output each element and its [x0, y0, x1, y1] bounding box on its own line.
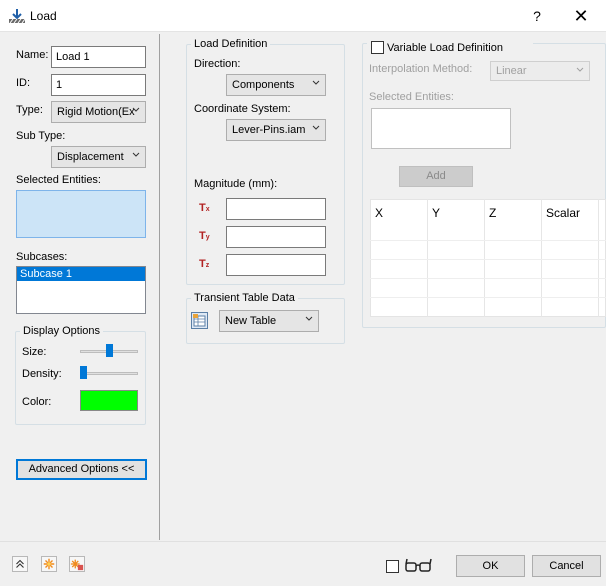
- chevron-down-icon: [132, 152, 140, 157]
- grid-column-divider: [598, 199, 599, 317]
- tx-sub: x: [205, 206, 210, 213]
- selected-entities-box[interactable]: [16, 190, 146, 238]
- star-remove-icon[interactable]: [69, 556, 85, 572]
- size-label: Size:: [22, 346, 47, 358]
- glasses-checkbox[interactable]: [386, 560, 399, 573]
- load-icon: [9, 9, 26, 24]
- tx-label: Tx: [199, 202, 210, 214]
- cancel-button[interactable]: Cancel: [532, 555, 601, 577]
- size-slider-thumb[interactable]: [105, 344, 113, 357]
- variable-load-title: Variable Load Definition: [387, 42, 503, 54]
- coordinate-system-value: Lever-Pins.iam: [232, 124, 306, 136]
- window-title: Load: [30, 9, 57, 23]
- grid-column-divider: [541, 199, 542, 317]
- grid-column-divider: [427, 199, 428, 317]
- column-header-z[interactable]: Z: [489, 206, 496, 220]
- type-select-value: Rigid Motion(Ex: [57, 106, 135, 118]
- column-header-y[interactable]: Y: [432, 206, 440, 220]
- interpolation-method-select[interactable]: Linear: [490, 61, 590, 81]
- grid-row-divider: [370, 278, 606, 279]
- ty-label: Ty: [199, 230, 210, 242]
- coordinate-system-label: Coordinate System:: [194, 103, 291, 115]
- tz-main: T: [199, 258, 206, 270]
- variable-selected-entities-label: Selected Entities:: [369, 91, 454, 103]
- density-slider[interactable]: [80, 372, 138, 375]
- id-label: ID:: [16, 77, 31, 89]
- color-label: Color:: [22, 396, 52, 408]
- name-field[interactable]: Load 1: [51, 46, 146, 68]
- tz-sub: z: [205, 262, 210, 269]
- id-field[interactable]: 1: [51, 74, 146, 96]
- list-item[interactable]: Subcase 1: [17, 267, 145, 281]
- variable-load-checkbox[interactable]: [371, 41, 384, 54]
- direction-select[interactable]: Components: [226, 74, 326, 96]
- load-definition-title: Load Definition: [191, 38, 271, 50]
- glasses-icon[interactable]: [404, 557, 434, 573]
- coordinate-system-select[interactable]: Lever-Pins.iam: [226, 119, 326, 141]
- close-button[interactable]: ✕: [560, 2, 602, 30]
- ty-sub: y: [205, 234, 210, 241]
- subcases-label: Subcases:: [16, 251, 68, 263]
- magnitude-label: Magnitude (mm):: [194, 178, 278, 190]
- tx-main: T: [199, 202, 206, 214]
- transient-table-select[interactable]: New Table: [219, 310, 319, 332]
- direction-label: Direction:: [194, 58, 241, 70]
- star-icon[interactable]: [41, 556, 57, 572]
- double-chevron-up-icon[interactable]: [12, 556, 28, 572]
- interpolation-method-label: Interpolation Method:: [369, 63, 473, 75]
- transient-table-value: New Table: [225, 315, 277, 327]
- direction-select-value: Components: [232, 79, 295, 91]
- name-label: Name:: [16, 49, 49, 61]
- chevron-down-icon: [312, 125, 320, 130]
- column-header-x[interactable]: X: [375, 206, 383, 220]
- color-swatch[interactable]: [80, 390, 138, 411]
- interpolation-method-value: Linear: [496, 65, 527, 77]
- selected-entities-label: Selected Entities:: [16, 174, 101, 186]
- footer-divider: [0, 541, 606, 542]
- grid-row-divider: [370, 259, 606, 260]
- tz-field[interactable]: [226, 254, 326, 276]
- grid-column-divider: [484, 199, 485, 317]
- chevron-down-icon: [132, 107, 140, 112]
- density-label: Density:: [22, 368, 62, 380]
- panel-divider: [159, 34, 160, 540]
- subcases-list[interactable]: Subcase 1: [16, 266, 146, 314]
- grid-row-divider: [370, 240, 606, 241]
- tx-field[interactable]: [226, 198, 326, 220]
- subtype-label: Sub Type:: [16, 130, 66, 142]
- table-icon[interactable]: [191, 312, 208, 329]
- ty-field[interactable]: [226, 226, 326, 248]
- variable-selected-entities-box[interactable]: [371, 108, 511, 149]
- type-select[interactable]: Rigid Motion(Ex: [51, 101, 146, 123]
- chevron-down-icon: [305, 316, 313, 321]
- subtype-select-value: Displacement: [57, 151, 124, 163]
- ok-button[interactable]: OK: [456, 555, 525, 577]
- subtype-select[interactable]: Displacement: [51, 146, 146, 168]
- column-header-scalar[interactable]: Scalar: [546, 206, 580, 220]
- density-slider-thumb[interactable]: [80, 366, 87, 379]
- transient-table-title: Transient Table Data: [191, 292, 298, 304]
- display-options-title: Display Options: [20, 325, 104, 337]
- type-label: Type:: [16, 104, 43, 116]
- tz-label: Tz: [199, 258, 209, 270]
- advanced-options-button[interactable]: Advanced Options <<: [16, 459, 147, 480]
- chevron-down-icon: [312, 80, 320, 85]
- grid-row-divider: [370, 297, 606, 298]
- title-bar: [0, 0, 606, 32]
- help-button[interactable]: ?: [520, 2, 554, 30]
- chevron-down-icon: [576, 67, 584, 72]
- ty-main: T: [199, 230, 206, 242]
- add-button[interactable]: Add: [399, 166, 473, 187]
